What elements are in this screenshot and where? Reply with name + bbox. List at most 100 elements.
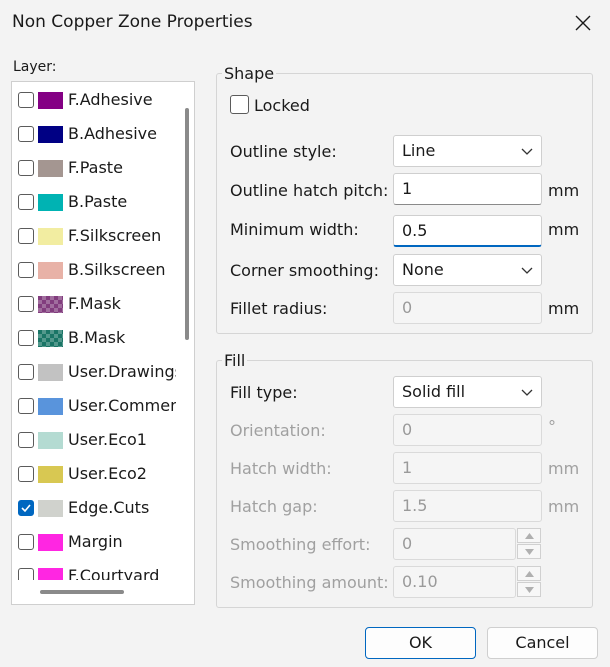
- layer-row[interactable]: F.Courtyard: [12, 560, 176, 580]
- smoothing-amount-decrement[interactable]: [517, 582, 541, 597]
- layer-name: Margin: [68, 532, 123, 551]
- layer-name: B.Silkscreen: [68, 260, 166, 279]
- layer-checkbox[interactable]: [18, 568, 34, 580]
- layer-checkbox[interactable]: [18, 228, 34, 244]
- locked-checkbox[interactable]: [230, 95, 249, 114]
- smoothing-amount-increment[interactable]: [517, 566, 541, 581]
- orientation-unit: °: [548, 417, 556, 436]
- chevron-down-icon: [521, 389, 533, 396]
- checkmark-icon: [21, 504, 31, 513]
- layer-checkbox[interactable]: [18, 160, 34, 176]
- hatch-gap-input[interactable]: 1.5: [393, 490, 542, 522]
- min-width-unit: mm: [548, 220, 580, 239]
- smoothing-amount-input[interactable]: 0.10: [393, 566, 516, 598]
- hatch-gap-label: Hatch gap:: [230, 497, 318, 516]
- smoothing-effort-label: Smoothing effort:: [230, 535, 371, 554]
- fill-group-title: Fill: [222, 351, 248, 370]
- layer-name: B.Mask: [68, 328, 126, 347]
- layer-row[interactable]: B.Mask: [12, 322, 176, 356]
- hatch-width-unit: mm: [548, 459, 580, 478]
- orientation-label: Orientation:: [230, 421, 326, 440]
- layer-row[interactable]: B.Silkscreen: [12, 254, 176, 288]
- layer-color-swatch: [38, 126, 63, 143]
- layer-checkbox[interactable]: [18, 92, 34, 108]
- fillet-radius-label: Fillet radius:: [230, 299, 328, 318]
- hatch-width-label: Hatch width:: [230, 459, 332, 478]
- title-bar: Non Copper Zone Properties: [0, 0, 610, 46]
- layer-checkbox[interactable]: [18, 432, 34, 448]
- layer-name: User.Drawings: [68, 362, 176, 381]
- layer-color-swatch: [38, 194, 63, 211]
- hatch-pitch-input[interactable]: 1: [393, 173, 542, 205]
- layer-row[interactable]: User.Comments: [12, 390, 176, 424]
- layer-color-swatch: [38, 262, 63, 279]
- layer-checkbox[interactable]: [18, 466, 34, 482]
- fill-type-label: Fill type:: [230, 383, 298, 402]
- layer-row[interactable]: F.Adhesive: [12, 84, 176, 118]
- layer-row[interactable]: User.Eco1: [12, 424, 176, 458]
- arrow-down-icon: [525, 549, 534, 555]
- layer-checkbox[interactable]: [18, 330, 34, 346]
- cancel-button[interactable]: Cancel: [487, 627, 598, 659]
- layer-row[interactable]: Edge.Cuts: [12, 492, 176, 526]
- smoothing-effort-increment[interactable]: [517, 528, 541, 543]
- layer-list-vertical-scrollbar[interactable]: [185, 108, 189, 340]
- smoothing-effort-decrement[interactable]: [517, 544, 541, 559]
- hatch-pitch-label: Outline hatch pitch:: [230, 181, 389, 200]
- layer-row[interactable]: Margin: [12, 526, 176, 560]
- layer-row[interactable]: User.Drawings: [12, 356, 176, 390]
- layer-color-swatch: [38, 296, 63, 313]
- layer-color-swatch: [38, 398, 63, 415]
- layer-label: Layer:: [13, 59, 57, 75]
- layer-color-swatch: [38, 568, 63, 580]
- layer-row[interactable]: F.Paste: [12, 152, 176, 186]
- min-width-input[interactable]: 0.5: [393, 215, 542, 247]
- layer-row[interactable]: B.Paste: [12, 186, 176, 220]
- layer-row[interactable]: User.Eco2: [12, 458, 176, 492]
- layer-checkbox[interactable]: [18, 126, 34, 142]
- layer-checkbox[interactable]: [18, 534, 34, 550]
- layer-name: User.Eco2: [68, 464, 147, 483]
- hatch-gap-unit: mm: [548, 497, 580, 516]
- layer-checkbox[interactable]: [18, 296, 34, 312]
- chevron-down-icon: [521, 267, 533, 274]
- fill-type-dropdown[interactable]: Solid fill: [393, 376, 542, 408]
- layer-color-swatch: [38, 534, 63, 551]
- fill-type-value: Solid fill: [402, 382, 466, 401]
- corner-smoothing-dropdown[interactable]: None: [393, 254, 542, 286]
- layer-name: B.Paste: [68, 192, 128, 211]
- min-width-label: Minimum width:: [230, 220, 359, 239]
- layer-row[interactable]: B.Adhesive: [12, 118, 176, 152]
- smoothing-amount-spinner[interactable]: [517, 566, 541, 598]
- layer-list-horizontal-scrollbar[interactable]: [40, 590, 124, 594]
- hatch-width-input[interactable]: 1: [393, 452, 542, 484]
- outline-style-label: Outline style:: [230, 142, 337, 161]
- fillet-radius-input[interactable]: 0: [393, 292, 542, 324]
- layer-list: F.Adhesive B.Adhesive F.Paste B.Paste F.Silk…: [12, 82, 176, 580]
- layer-checkbox[interactable]: [18, 500, 34, 516]
- close-button[interactable]: [568, 8, 598, 38]
- layer-name: F.Mask: [68, 294, 121, 313]
- layer-name: F.Courtyard: [68, 566, 160, 580]
- layer-checkbox[interactable]: [18, 262, 34, 278]
- layer-checkbox[interactable]: [18, 398, 34, 414]
- layer-color-swatch: [38, 500, 63, 517]
- layer-checkbox[interactable]: [18, 364, 34, 380]
- layer-row[interactable]: F.Mask: [12, 288, 176, 322]
- smoothing-effort-spinner[interactable]: [517, 528, 541, 560]
- ok-button[interactable]: OK: [365, 627, 476, 659]
- layer-row[interactable]: F.Silkscreen: [12, 220, 176, 254]
- arrow-up-icon: [525, 533, 534, 539]
- layer-name: User.Eco1: [68, 430, 147, 449]
- zone-properties-dialog: Non Copper Zone Properties Layer: F.Adhe…: [0, 0, 610, 667]
- layer-color-swatch: [38, 92, 63, 109]
- corner-smoothing-label: Corner smoothing:: [230, 261, 379, 280]
- layer-checkbox[interactable]: [18, 194, 34, 210]
- outline-style-dropdown[interactable]: Line: [393, 135, 542, 167]
- smoothing-effort-input[interactable]: 0: [393, 528, 516, 560]
- orientation-input[interactable]: 0: [393, 414, 542, 446]
- fillet-radius-unit: mm: [548, 299, 580, 318]
- close-icon: [575, 15, 591, 31]
- shape-group-title: Shape: [222, 64, 277, 83]
- layer-color-swatch: [38, 228, 63, 245]
